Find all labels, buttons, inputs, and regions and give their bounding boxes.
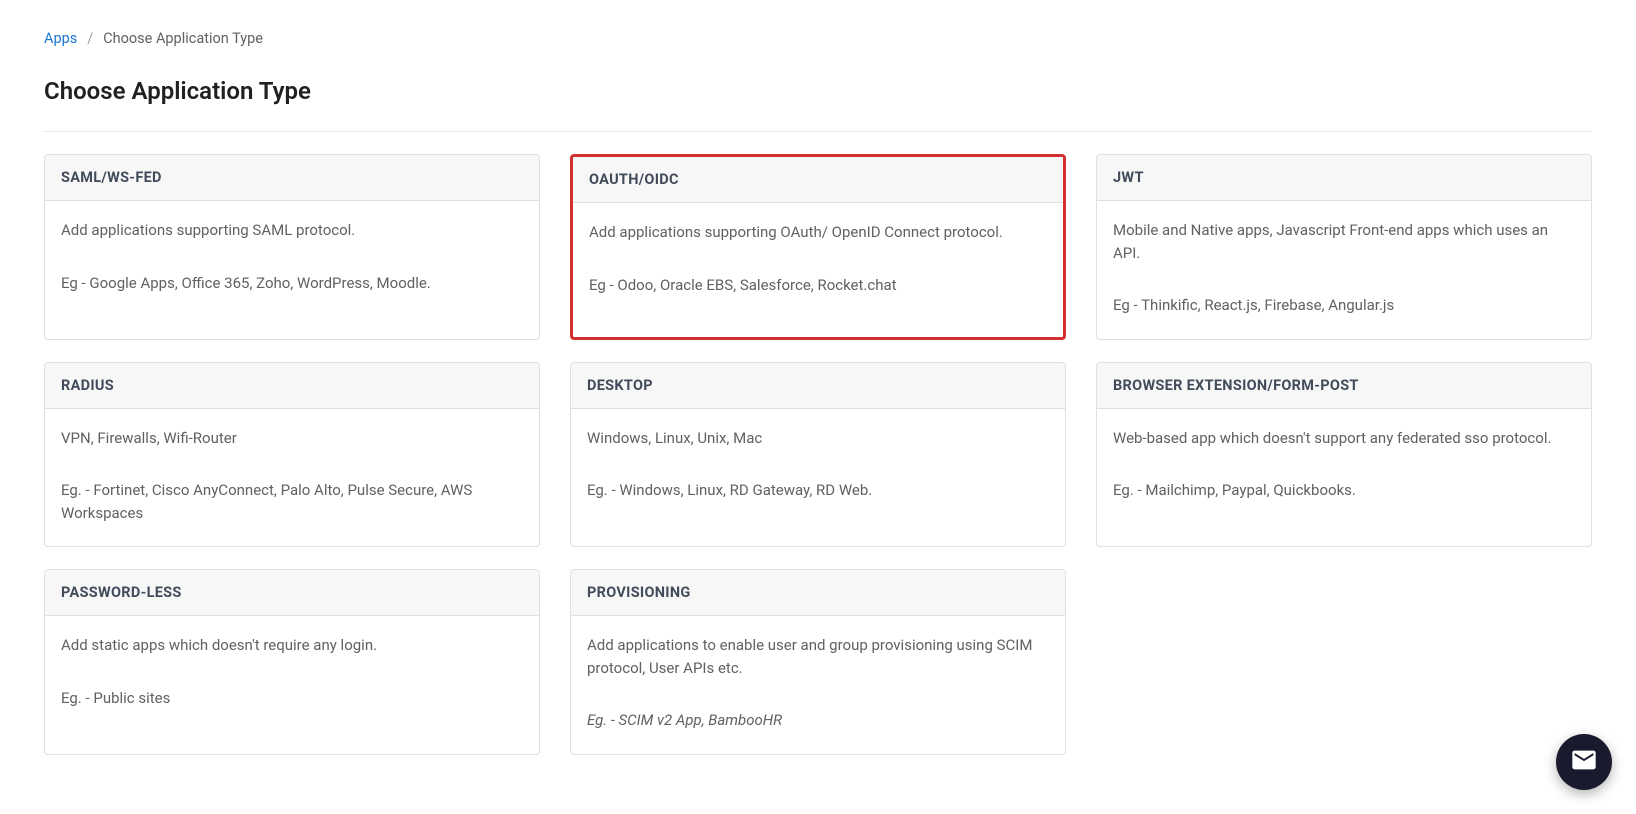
app-type-card[interactable]: SAML/WS-FED Add applications supporting S… — [44, 154, 540, 340]
page-title: Choose Application Type — [44, 77, 1592, 105]
card-description: Add static apps which doesn't require an… — [61, 634, 523, 657]
card-title: PROVISIONING — [587, 584, 1049, 601]
card-title: RADIUS — [61, 377, 523, 394]
card-description: Windows, Linux, Unix, Mac — [587, 427, 1049, 450]
card-title: SAML/WS-FED — [61, 169, 523, 186]
app-type-card[interactable]: JWT Mobile and Native apps, Javascript Fr… — [1096, 154, 1592, 340]
card-header: OAUTH/OIDC — [573, 157, 1063, 203]
card-example: Eg. - Windows, Linux, RD Gateway, RD Web… — [587, 479, 1049, 502]
card-description: Add applications to enable user and grou… — [587, 634, 1049, 679]
card-header: SAML/WS-FED — [45, 155, 539, 201]
card-title: DESKTOP — [587, 377, 1049, 394]
card-header: DESKTOP — [571, 363, 1065, 409]
card-title: OAUTH/OIDC — [589, 171, 1047, 188]
card-body: Mobile and Native apps, Javascript Front… — [1097, 201, 1591, 339]
card-example: Eg - Google Apps, Office 365, Zoho, Word… — [61, 272, 523, 295]
card-description: Add applications supporting OAuth/ OpenI… — [589, 221, 1047, 244]
card-body: VPN, Firewalls, Wifi-Router Eg. - Fortine… — [45, 409, 539, 547]
card-body: Add applications to enable user and grou… — [571, 616, 1065, 754]
card-header: RADIUS — [45, 363, 539, 409]
breadcrumb-link-apps[interactable]: Apps — [44, 30, 77, 47]
card-header: PROVISIONING — [571, 570, 1065, 616]
card-title: PASSWORD-LESS — [61, 584, 523, 601]
app-type-card[interactable]: PROVISIONING Add applications to enable u… — [570, 569, 1066, 755]
app-type-card[interactable]: BROWSER EXTENSION/FORM-POST Web-based app… — [1096, 362, 1592, 548]
card-title: JWT — [1113, 169, 1575, 186]
app-type-card[interactable]: PASSWORD-LESS Add static apps which doesn… — [44, 569, 540, 755]
app-type-card[interactable]: RADIUS VPN, Firewalls, Wifi-Router Eg. - F… — [44, 362, 540, 548]
card-header: PASSWORD-LESS — [45, 570, 539, 616]
card-header: BROWSER EXTENSION/FORM-POST — [1097, 363, 1591, 409]
card-body: Web-based app which doesn't support any … — [1097, 409, 1591, 524]
card-example: Eg - Thinkific, React.js, Firebase, Angu… — [1113, 294, 1575, 317]
card-body: Add applications supporting OAuth/ OpenI… — [573, 203, 1063, 318]
card-body: Add applications supporting SAML protoco… — [45, 201, 539, 316]
card-body: Windows, Linux, Unix, Mac Eg. - Windows, … — [571, 409, 1065, 524]
app-type-card[interactable]: OAUTH/OIDC Add applications supporting OA… — [570, 154, 1066, 340]
breadcrumb-separator: / — [87, 30, 93, 47]
breadcrumb-current: Choose Application Type — [103, 30, 263, 47]
chat-icon — [1570, 746, 1598, 778]
card-example: Eg. - Public sites — [61, 687, 523, 710]
card-description: Add applications supporting SAML protoco… — [61, 219, 523, 242]
card-description: VPN, Firewalls, Wifi-Router — [61, 427, 523, 450]
card-example: Eg. - Fortinet, Cisco AnyConnect, Palo A… — [61, 479, 523, 524]
app-type-card[interactable]: DESKTOP Windows, Linux, Unix, Mac Eg. - Wi… — [570, 362, 1066, 548]
chat-button[interactable] — [1556, 734, 1612, 790]
card-example: Eg. - SCIM v2 App, BambooHR — [587, 709, 1049, 732]
card-title: BROWSER EXTENSION/FORM-POST — [1113, 377, 1575, 394]
card-body: Add static apps which doesn't require an… — [45, 616, 539, 731]
card-description: Web-based app which doesn't support any … — [1113, 427, 1575, 450]
card-example: Eg - Odoo, Oracle EBS, Salesforce, Rocke… — [589, 274, 1047, 297]
card-description: Mobile and Native apps, Javascript Front… — [1113, 219, 1575, 264]
card-header: JWT — [1097, 155, 1591, 201]
cards-grid: SAML/WS-FED Add applications supporting S… — [44, 154, 1592, 755]
divider — [44, 131, 1592, 132]
card-example: Eg. - Mailchimp, Paypal, Quickbooks. — [1113, 479, 1575, 502]
breadcrumb: Apps / Choose Application Type — [44, 30, 1592, 47]
